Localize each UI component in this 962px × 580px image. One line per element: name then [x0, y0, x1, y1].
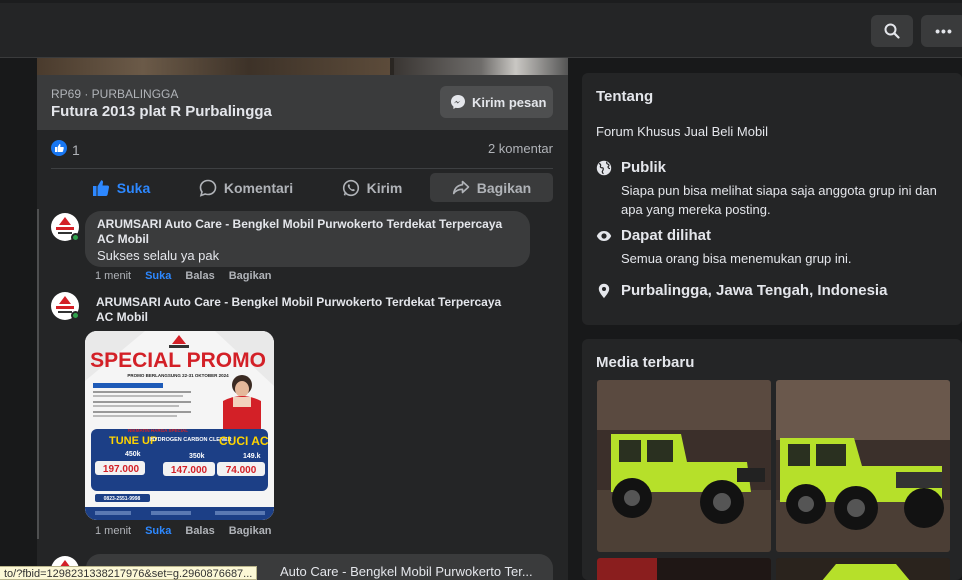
about-row-location: Purbalingga, Jawa Tengah, Indonesia	[596, 282, 956, 302]
thread-line	[37, 209, 39, 539]
send-message-button[interactable]: Kirim pesan	[440, 86, 553, 118]
comment-like-button[interactable]: Suka	[145, 525, 171, 537]
about-row-title: Publik	[621, 159, 667, 176]
about-row-desc: Semua orang bisa menemukan grup ini.	[621, 251, 852, 266]
media-thumbnail[interactable]	[776, 380, 950, 552]
promo-price: 74.000	[226, 465, 257, 476]
like-label: Suka	[116, 179, 151, 196]
comment-share-button[interactable]: Bagikan	[229, 270, 272, 282]
comment-meta: 1 menit Suka Balas Bagikan	[95, 525, 272, 537]
eye-icon	[596, 231, 612, 241]
comment-icon	[199, 179, 217, 197]
thumbs-up-icon	[92, 179, 109, 196]
post-photos[interactable]	[37, 58, 568, 75]
send-button[interactable]: Kirim	[313, 173, 431, 202]
about-row-desc: Siapa pun bisa melihat siapa saja anggot…	[621, 183, 937, 217]
messenger-icon	[451, 95, 465, 109]
comment-reply-button[interactable]: Balas	[185, 270, 214, 282]
comment-author[interactable]: ARUMSARI Auto Care - Bengkel Mobil Purwo…	[96, 295, 516, 325]
promo-old-price: 450k	[125, 451, 141, 458]
whatsapp-icon	[342, 179, 359, 196]
comment-reply-button[interactable]: Balas	[185, 525, 214, 537]
search-icon	[884, 23, 900, 39]
listing-title[interactable]: Futura 2013 plat R Purbalingga	[51, 103, 272, 120]
comment-author-partial[interactable]: Auto Care - Bengkel Mobil Purwokerto Ter…	[280, 564, 533, 579]
promo-title: SPECIAL PROMO	[90, 349, 266, 372]
media-thumbnail[interactable]	[776, 558, 950, 580]
promo-price: 197.000	[103, 464, 140, 475]
comment-text: Sukses selalu ya pak	[97, 248, 220, 263]
comment-label: Komentari	[223, 179, 294, 196]
jeep-photo-1	[597, 380, 771, 552]
promo-image[interactable]: SPECIAL PROMO PROMO BERLANGSUNG 22-31 OK…	[85, 331, 274, 520]
share-icon	[452, 180, 470, 194]
post-card: RP69 · PURBALINGGA Futura 2013 plat R Pu…	[37, 58, 568, 580]
post-photo-2[interactable]	[394, 58, 568, 75]
media-thumbnail[interactable]	[597, 380, 771, 552]
media-thumbnail[interactable]	[597, 558, 771, 580]
marketplace-listing: RP69 · PURBALINGGA Futura 2013 plat R Pu…	[37, 75, 568, 130]
promo-special-label: NIKMATIN HARGA SPECIAL	[128, 428, 188, 433]
share-button[interactable]: Bagikan	[430, 173, 553, 202]
jeep-photo-2	[776, 380, 950, 552]
status-bar-url: to/?fbid=1298231338217976&set=g.29608766…	[0, 566, 258, 580]
about-row-visibility: Dapat dilihat Semua orang bisa menemukan…	[596, 227, 956, 267]
like-reaction-icon[interactable]	[51, 140, 67, 156]
media-heading: Media terbaru	[596, 354, 695, 371]
about-description: Forum Khusus Jual Beli Mobil	[596, 124, 768, 139]
top-bar: •••	[0, 0, 962, 58]
promo-graphic: SPECIAL PROMO PROMO BERLANGSUNG 22-31 OK…	[85, 331, 274, 520]
comment-button[interactable]: Komentari	[183, 173, 309, 202]
comment-share-button[interactable]: Bagikan	[229, 525, 272, 537]
promo-period: PROMO BERLANGSUNG 22-31 OKTOBER 2024	[127, 373, 229, 378]
comment-author[interactable]: ARUMSARI Auto Care - Bengkel Mobil Purwo…	[97, 217, 518, 247]
globe-icon	[596, 160, 612, 176]
comment-like-button[interactable]: Suka	[145, 270, 171, 282]
like-count[interactable]: 1	[72, 142, 80, 158]
online-status-dot	[71, 311, 80, 320]
post-photo-1[interactable]	[37, 58, 390, 75]
about-row-privacy: Publik Siapa pun bisa melihat siapa saja…	[596, 159, 956, 219]
promo-old-price: 350k	[189, 453, 205, 460]
send-label: Kirim	[366, 179, 403, 196]
recent-media-card: Media terbaru	[582, 339, 962, 580]
more-icon: •••	[935, 23, 953, 39]
comment-bubble: ARUMSARI Auto Care - Bengkel Mobil Purwo…	[85, 211, 530, 267]
post-stats: 1 2 komentar	[51, 140, 553, 162]
comment-count[interactable]: 2 komentar	[488, 141, 553, 156]
promo-phone: 0823-2551-9998	[104, 496, 141, 502]
online-status-dot	[71, 233, 80, 242]
listing-meta: RP69 · PURBALINGGA	[51, 87, 179, 101]
comment-time[interactable]: 1 menit	[95, 270, 131, 282]
about-heading: Tentang	[596, 88, 654, 105]
search-button[interactable]	[871, 15, 913, 47]
comment-author-block: ARUMSARI Auto Care - Bengkel Mobil Purwo…	[96, 295, 516, 325]
location-pin-icon	[598, 283, 610, 299]
top-divider	[0, 0, 962, 3]
about-row-title: Dapat dilihat	[621, 227, 712, 244]
post-actions: Suka Komentari Kirim Bagikan	[51, 168, 553, 204]
promo-old-price: 149.k	[243, 453, 261, 460]
promo-service-name: CUCI AC	[219, 434, 269, 448]
share-label: Bagikan	[476, 179, 532, 196]
about-row-title[interactable]: Purbalingga, Jawa Tengah, Indonesia	[621, 282, 887, 299]
comment-meta: 1 menit Suka Balas Bagikan	[95, 270, 272, 282]
like-button[interactable]: Suka	[61, 173, 181, 202]
comment-time[interactable]: 1 menit	[95, 525, 131, 537]
promo-price: 147.000	[171, 465, 208, 476]
about-card: Tentang Forum Khusus Jual Beli Mobil Pub…	[582, 73, 962, 325]
more-options-button[interactable]: •••	[921, 15, 962, 47]
send-message-label: Kirim pesan	[472, 94, 547, 110]
